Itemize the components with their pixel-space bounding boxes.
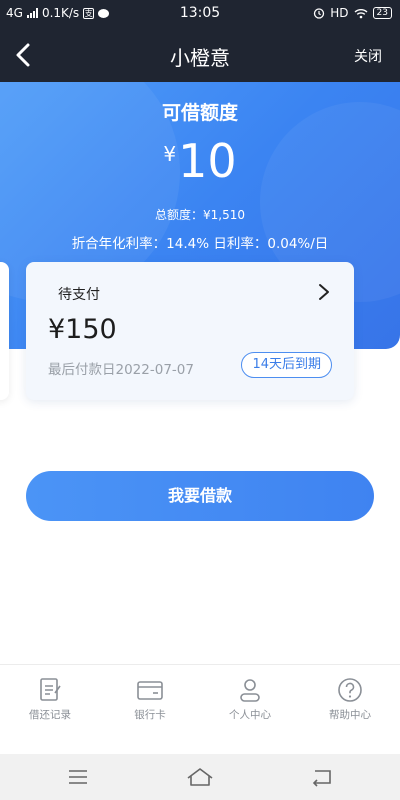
menu-icon bbox=[69, 770, 87, 784]
battery-indicator: 23 bbox=[372, 7, 392, 19]
tab-label: 帮助中心 bbox=[329, 709, 371, 721]
wifi-icon bbox=[354, 8, 368, 18]
pending-payment-label: 待支付 bbox=[58, 287, 100, 303]
system-navigation-bar bbox=[0, 754, 400, 800]
status-bar: 4G 0.1K/s 支 13:05 HD 23 bbox=[0, 0, 400, 28]
pending-payment-amount: ¥150 bbox=[48, 314, 117, 345]
tab-label: 个人中心 bbox=[229, 709, 271, 721]
due-status-badge: 14天后到期 bbox=[241, 352, 332, 378]
back-nav-button[interactable] bbox=[302, 764, 342, 790]
bank-card-icon bbox=[137, 681, 163, 700]
alarm-icon bbox=[314, 8, 325, 19]
payment-due-card[interactable]: 待支付 ¥150 最后付款日2022-07-07 14天后到期 bbox=[26, 262, 354, 400]
page-title: 小橙意 bbox=[170, 46, 230, 70]
tab-label: 借还记录 bbox=[29, 709, 71, 721]
hd-indicator: HD bbox=[330, 6, 349, 20]
back-nav-icon bbox=[312, 770, 331, 787]
tab-label: 银行卡 bbox=[134, 709, 166, 721]
record-icon bbox=[40, 678, 61, 701]
interest-rate-text: 折合年化利率：14.4% 日利率：0.04%/日 bbox=[71, 236, 329, 252]
currency-symbol: ¥ bbox=[163, 142, 177, 166]
bottom-tab-bar: 借还记录 银行卡 个人中心 帮助中心 bbox=[0, 664, 400, 754]
close-button[interactable]: 关闭 bbox=[354, 46, 382, 66]
due-date-text: 最后付款日2022-07-07 bbox=[48, 362, 194, 378]
app-header: 小橙意 关闭 bbox=[0, 28, 400, 82]
total-credit-text: 总额度：¥1,510 bbox=[155, 208, 245, 222]
available-credit-amount: ¥10 bbox=[0, 134, 400, 188]
status-right: HD 23 bbox=[313, 6, 392, 20]
available-credit-value: 10 bbox=[178, 134, 237, 188]
home-button[interactable] bbox=[180, 764, 220, 790]
home-icon bbox=[187, 768, 213, 786]
available-credit-label: 可借额度 bbox=[161, 102, 238, 124]
tab-personal-center[interactable]: 个人中心 bbox=[200, 675, 300, 722]
tab-help-center[interactable]: 帮助中心 bbox=[300, 675, 400, 722]
previous-card-peek[interactable] bbox=[0, 262, 9, 400]
borrow-button[interactable]: 我要借款 bbox=[26, 471, 374, 521]
back-arrow-icon bbox=[16, 43, 30, 67]
app-screen: 4G 0.1K/s 支 13:05 HD 23 小橙意 关闭 可借额度 ¥10 … bbox=[0, 0, 400, 800]
tab-bank-card[interactable]: 银行卡 bbox=[100, 675, 200, 722]
help-icon bbox=[338, 678, 362, 702]
back-button[interactable] bbox=[10, 40, 38, 70]
menu-button[interactable] bbox=[58, 764, 98, 790]
tab-records[interactable]: 借还记录 bbox=[0, 675, 100, 722]
chevron-right-icon[interactable] bbox=[314, 280, 334, 304]
person-icon bbox=[240, 679, 260, 702]
